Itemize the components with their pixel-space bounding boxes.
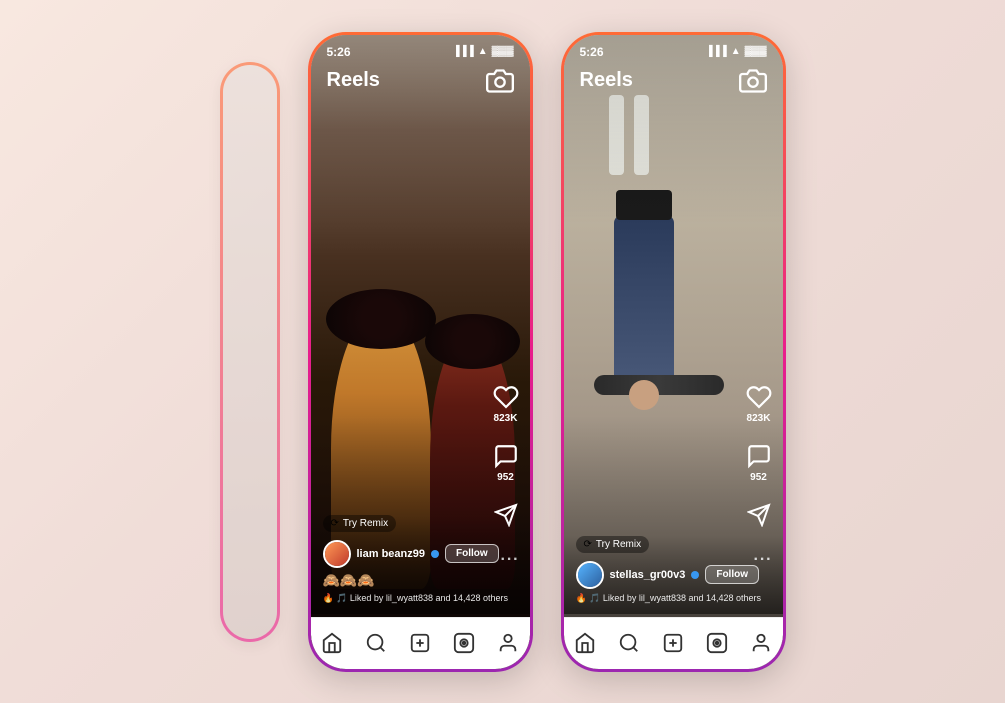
nav-reels-1[interactable] — [446, 625, 482, 661]
signal-icon: ▐▐▐ — [452, 46, 473, 57]
likes-text-1: 🔥 🎵 Liked by lil_wyatt838 and 14,428 oth… — [323, 593, 518, 604]
username-2: stellas_gr00v3 — [610, 569, 686, 581]
nav-add-1[interactable] — [402, 625, 438, 661]
like-count-2: 823K — [747, 413, 771, 424]
reels-header-1: Reels — [327, 67, 514, 95]
try-remix-text-2: Try Remix — [596, 539, 641, 550]
camera-button-2[interactable] — [739, 67, 767, 95]
nav-reels-2[interactable] — [699, 625, 735, 661]
battery-icon: ▓▓▓ — [492, 46, 514, 57]
like-button-1[interactable]: 823K — [492, 383, 520, 424]
time-2: 5:26 — [580, 45, 604, 59]
share-icon-2 — [747, 503, 771, 527]
nav-home-2[interactable] — [567, 625, 603, 661]
right-actions-1: 823K 952 — [492, 383, 520, 529]
partial-phone — [220, 62, 280, 642]
home-icon-1 — [321, 632, 343, 654]
reels-icon-2 — [706, 632, 728, 654]
bottom-overlay-1: ⟳ Try Remix liam beanz99 Follow 🙈🙈🙈 🔥 🎵 … — [311, 515, 530, 614]
verified-icon-2 — [691, 571, 699, 579]
heart-icon-2 — [746, 384, 772, 410]
profile-icon-1 — [497, 632, 519, 654]
reels-header-2: Reels — [580, 67, 767, 95]
user-row-1: liam beanz99 Follow — [323, 540, 518, 568]
avatar-2 — [576, 561, 604, 589]
comment-icon-1 — [493, 443, 519, 469]
nav-search-2[interactable] — [611, 625, 647, 661]
phone-1: 5:26 ▐▐▐ ▲ ▓▓▓ Reels — [308, 32, 533, 672]
add-icon-1 — [409, 632, 431, 654]
add-icon-2 — [662, 632, 684, 654]
status-bar-1: 5:26 ▐▐▐ ▲ ▓▓▓ — [327, 45, 514, 59]
battery-icon-2: ▓▓▓ — [745, 46, 767, 57]
status-icons-1: ▐▐▐ ▲ ▓▓▓ — [452, 46, 513, 57]
comment-button-2[interactable]: 952 — [745, 442, 773, 483]
nav-profile-2[interactable] — [743, 625, 779, 661]
username-1: liam beanz99 — [357, 548, 425, 560]
follow-button-2[interactable]: Follow — [705, 565, 759, 584]
camera-icon-1 — [486, 67, 514, 95]
comment-button-1[interactable]: 952 — [492, 442, 520, 483]
reels-title-2: Reels — [580, 69, 633, 92]
avatar-1 — [323, 540, 351, 568]
likes-text-2: 🔥 🎵 Liked by lil_wyatt838 and 14,428 oth… — [576, 593, 771, 604]
bottom-nav-2 — [564, 617, 783, 669]
comment-count-1: 952 — [497, 472, 514, 483]
bottom-nav-1 — [311, 617, 530, 669]
wifi-icon: ▲ — [478, 46, 488, 57]
nav-search-1[interactable] — [358, 625, 394, 661]
wifi-icon-2: ▲ — [731, 46, 741, 57]
status-bar-2: 5:26 ▐▐▐ ▲ ▓▓▓ — [580, 45, 767, 59]
caption-1: 🙈🙈🙈 — [323, 572, 518, 589]
search-icon-1 — [365, 632, 387, 654]
comment-count-2: 952 — [750, 472, 767, 483]
verified-icon-1 — [431, 550, 439, 558]
nav-home-1[interactable] — [314, 625, 350, 661]
comment-icon-2 — [746, 443, 772, 469]
reels-icon-1 — [453, 632, 475, 654]
try-remix-1[interactable]: ⟳ Try Remix — [323, 515, 397, 532]
user-row-2: stellas_gr00v3 Follow — [576, 561, 771, 589]
status-icons-2: ▐▐▐ ▲ ▓▓▓ — [705, 46, 766, 57]
right-actions-2: 823K 952 — [745, 383, 773, 529]
profile-icon-2 — [750, 632, 772, 654]
time-1: 5:26 — [327, 45, 351, 59]
try-remix-text-1: Try Remix — [343, 518, 388, 529]
nav-add-2[interactable] — [655, 625, 691, 661]
bottom-overlay-2: ⟳ Try Remix stellas_gr00v3 Follow 🔥 🎵 Li… — [564, 536, 783, 614]
follow-button-1[interactable]: Follow — [445, 544, 499, 563]
like-count-1: 823K — [494, 413, 518, 424]
try-remix-2[interactable]: ⟳ Try Remix — [576, 536, 650, 553]
nav-profile-1[interactable] — [490, 625, 526, 661]
share-button-2[interactable] — [745, 501, 773, 529]
camera-icon-2 — [739, 67, 767, 95]
signal-icon-2: ▐▐▐ — [705, 46, 726, 57]
home-icon-2 — [574, 632, 596, 654]
heart-icon-1 — [493, 384, 519, 410]
camera-button-1[interactable] — [486, 67, 514, 95]
phone-2: 5:26 ▐▐▐ ▲ ▓▓▓ Reels — [561, 32, 786, 672]
search-icon-2 — [618, 632, 640, 654]
like-button-2[interactable]: 823K — [745, 383, 773, 424]
reels-title-1: Reels — [327, 69, 380, 92]
